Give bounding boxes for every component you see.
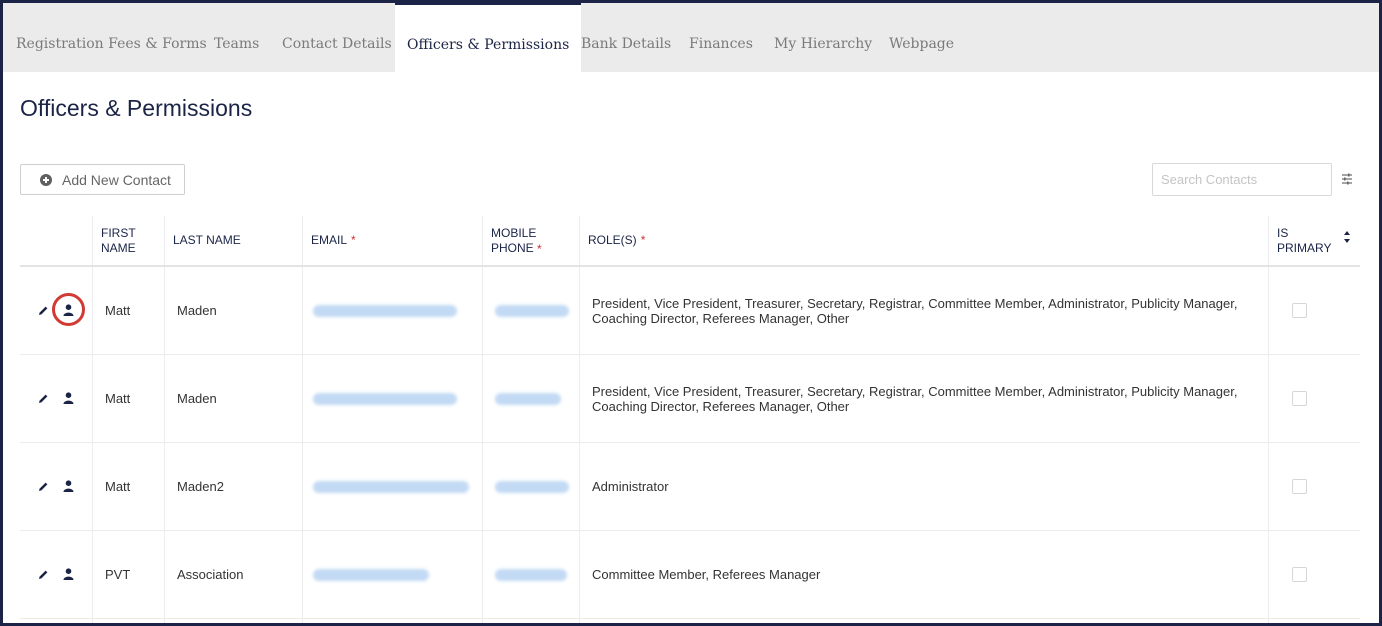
tab-webpage[interactable]: Webpage: [889, 3, 954, 72]
is-primary-checkbox[interactable]: [1292, 479, 1307, 494]
tab-contact-details[interactable]: Contact Details: [282, 3, 392, 72]
col-first-name[interactable]: FIRST NAME: [101, 216, 161, 265]
is-primary-checkbox[interactable]: [1292, 303, 1307, 318]
is-primary-checkbox[interactable]: [1292, 391, 1307, 406]
roles-cell: President, Vice President, Treasurer, Se…: [592, 295, 1238, 326]
add-new-contact-label: Add New Contact: [62, 171, 171, 188]
email-redacted: [313, 392, 457, 405]
mobile-cell: [495, 267, 569, 354]
email-cell: [313, 355, 457, 442]
table-row: PVT Association Committee Member, Refere…: [20, 531, 1360, 619]
last-name-cell: Maden2: [177, 479, 224, 494]
page-title: Officers & Permissions: [20, 95, 253, 121]
mobile-redacted: [495, 480, 569, 493]
table-header: FIRST NAME LAST NAME EMAIL * MOBILE PHONE…: [20, 216, 1360, 267]
email-cell: [313, 531, 429, 618]
tab-teams[interactable]: Teams: [214, 3, 259, 72]
table-row: Matt Maden President, Vice President, Tr…: [20, 267, 1360, 355]
mobile-cell: [495, 443, 569, 530]
required-mark: *: [640, 233, 646, 247]
add-new-contact-button[interactable]: Add New Contact: [20, 164, 185, 195]
tab-bar: Registration Fees & Forms Teams Contact …: [3, 3, 1379, 72]
plus-circle-icon: [40, 173, 52, 186]
roles-cell: Administrator: [592, 479, 669, 494]
edit-pencil-icon[interactable]: [38, 305, 49, 316]
edit-pencil-icon[interactable]: [38, 569, 49, 580]
col-email[interactable]: EMAIL *: [311, 216, 356, 265]
sort-icon[interactable]: [1343, 230, 1351, 244]
col-email-label: EMAIL: [311, 233, 348, 247]
required-mark: *: [537, 242, 542, 256]
last-name-cell: Maden: [177, 303, 217, 318]
mobile-redacted: [495, 304, 569, 317]
email-cell: [313, 267, 457, 354]
mobile-cell: [495, 355, 561, 442]
table-row: Matt Maden2 Administrator: [20, 443, 1360, 531]
last-name-cell: Association: [177, 567, 244, 582]
mobile-cell: [495, 531, 567, 618]
officers-table: FIRST NAME LAST NAME EMAIL * MOBILE PHONE…: [20, 216, 1360, 623]
first-name-cell: Matt: [105, 391, 131, 406]
user-person-icon[interactable]: [63, 392, 74, 404]
first-name-cell: Matt: [105, 303, 131, 318]
edit-pencil-icon[interactable]: [38, 393, 49, 404]
search-contacts-input[interactable]: [1152, 163, 1332, 196]
filter-sliders-icon[interactable]: [1341, 173, 1353, 185]
col-roles-label: ROLE(S): [588, 233, 637, 247]
user-person-icon[interactable]: [63, 480, 74, 492]
is-primary-checkbox[interactable]: [1292, 567, 1307, 582]
edit-pencil-icon[interactable]: [38, 481, 49, 492]
table-row: Matt Maden President, Vice President, Tr…: [20, 355, 1360, 443]
tab-officers-permissions[interactable]: Officers & Permissions: [395, 3, 582, 72]
first-name-cell: Matt: [105, 479, 131, 494]
email-cell: [313, 443, 469, 530]
tab-bank-details[interactable]: Bank Details: [581, 3, 671, 72]
tab-registration-fees-forms[interactable]: Registration Fees & Forms: [16, 3, 207, 72]
user-person-icon[interactable]: [63, 568, 74, 580]
mobile-redacted: [495, 392, 561, 405]
col-mobile-phone[interactable]: MOBILE PHONE: [491, 216, 571, 265]
user-person-icon[interactable]: [63, 304, 74, 316]
col-last-name[interactable]: LAST NAME: [173, 216, 241, 265]
last-name-cell: Maden: [177, 391, 217, 406]
email-redacted: [313, 480, 469, 493]
email-redacted: [313, 304, 457, 317]
app-frame: Registration Fees & Forms Teams Contact …: [0, 0, 1382, 626]
roles-cell: President, Vice President, Treasurer, Se…: [592, 383, 1238, 414]
required-mark: *: [351, 233, 356, 247]
col-is-primary[interactable]: IS PRIMARY: [1277, 216, 1337, 265]
roles-cell: Committee Member, Referees Manager: [592, 567, 821, 582]
tab-my-hierarchy[interactable]: My Hierarchy: [774, 3, 872, 72]
tab-finances[interactable]: Finances: [689, 3, 753, 72]
email-redacted: [313, 568, 429, 581]
col-roles[interactable]: ROLE(S) *: [588, 216, 645, 265]
first-name-cell: PVT: [105, 567, 131, 582]
mobile-redacted: [495, 568, 567, 581]
